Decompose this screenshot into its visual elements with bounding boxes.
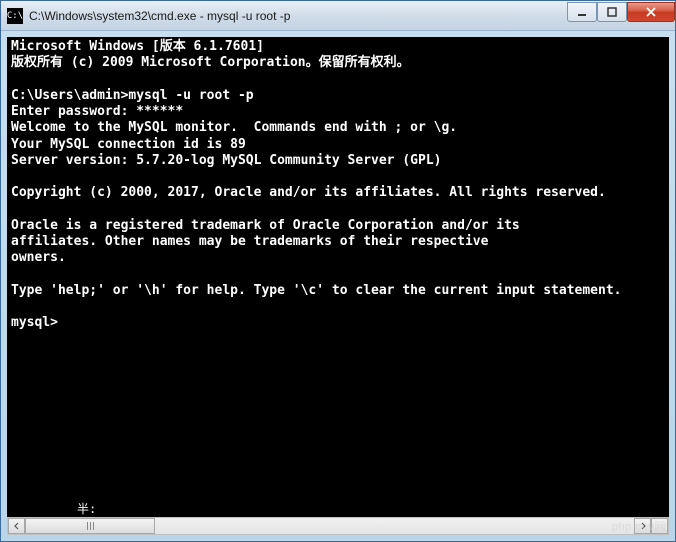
ime-status-bar: 半: <box>7 499 669 517</box>
close-button[interactable] <box>627 2 675 22</box>
ime-status-text: 半: <box>77 500 96 517</box>
scroll-track[interactable] <box>25 518 634 534</box>
app-icon: C:\ <box>7 8 23 24</box>
scroll-left-button[interactable] <box>8 518 25 534</box>
titlebar[interactable]: C:\ C:\Windows\system32\cmd.exe - mysql … <box>1 1 675 31</box>
window-controls <box>567 2 675 24</box>
scroll-right-button[interactable] <box>634 518 651 534</box>
minimize-icon <box>576 7 588 17</box>
close-icon <box>645 7 657 17</box>
scroll-thumb[interactable] <box>25 518 155 534</box>
maximize-icon <box>606 7 618 17</box>
maximize-button[interactable] <box>597 2 627 22</box>
minimize-button[interactable] <box>567 2 597 22</box>
window-title: C:\Windows\system32\cmd.exe - mysql -u r… <box>29 9 567 23</box>
terminal-output[interactable]: Microsoft Windows [版本 6.1.7601] 版权所有 (c)… <box>7 37 669 499</box>
cmd-window: C:\ C:\Windows\system32\cmd.exe - mysql … <box>0 0 676 542</box>
horizontal-scrollbar[interactable] <box>7 517 669 535</box>
resize-grip[interactable] <box>651 518 668 534</box>
grip-icon <box>87 522 94 530</box>
arrow-left-icon <box>13 522 21 530</box>
arrow-right-icon <box>639 522 647 530</box>
